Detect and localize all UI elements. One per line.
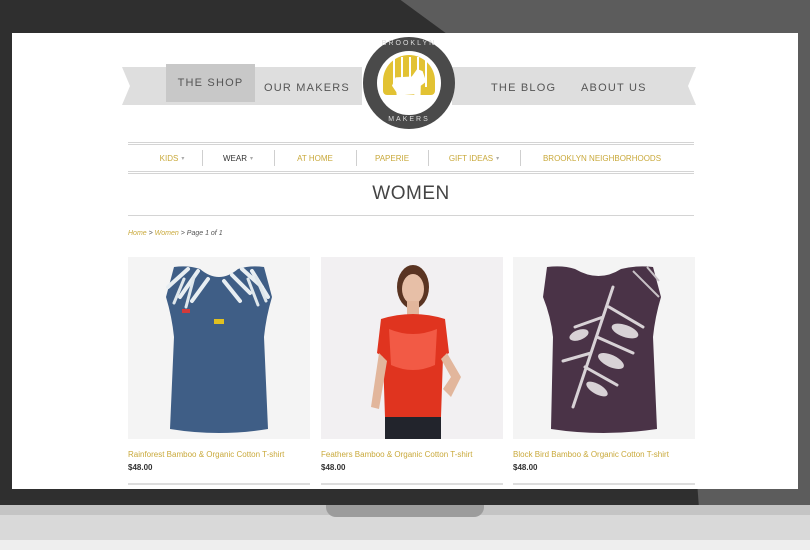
chevron-down-icon: ▾: [181, 155, 185, 162]
laptop-trackpad-notch: [326, 505, 484, 517]
nav-paperie-label: PAPERIE: [374, 153, 410, 163]
nav-divider-top: [128, 142, 694, 143]
nav-divider-bottom: [128, 171, 694, 172]
nav-kids-label: KIDS: [159, 153, 179, 163]
tshirt-blue-image: [166, 266, 272, 433]
nav-our-makers-label: OUR MAKERS: [264, 82, 350, 94]
nav-wear-label: WEAR: [222, 153, 247, 163]
nav-wear[interactable]: WEAR ▾: [202, 146, 274, 170]
chevron-down-icon: ▾: [496, 155, 500, 162]
nav-brooklyn-neighborhoods[interactable]: BROOKLYN NEIGHBORHOODS: [520, 146, 684, 170]
nav-at-home-label: AT HOME: [297, 153, 333, 163]
product-card-divider: [128, 483, 310, 485]
logo-bottom-text: MAKERS: [388, 116, 430, 123]
browser-screen: THE SHOP OUR MAKERS THE BLOG ABOUT US BR…: [12, 33, 798, 489]
nav-about-us-label: ABOUT US: [581, 82, 647, 94]
nav-the-shop-label: THE SHOP: [177, 77, 244, 89]
header-banner-right: [452, 67, 696, 105]
nav-our-makers[interactable]: OUR MAKERS: [264, 78, 350, 96]
product-price: $48.00: [513, 463, 538, 472]
page-title: WOMEN: [372, 183, 450, 204]
product-image-rainforest[interactable]: [128, 257, 310, 439]
nav-about-us[interactable]: ABOUT US: [581, 78, 647, 96]
product-card-divider: [513, 483, 695, 485]
logo-emblem: [377, 51, 441, 115]
logo-top-text: BROOKLYN: [381, 40, 437, 47]
nav-the-shop[interactable]: THE SHOP: [166, 64, 255, 102]
title-divider: [128, 215, 694, 216]
nav-divider-bottom-2: [128, 173, 694, 174]
laptop-shadow: [0, 540, 810, 550]
product-card-divider: [321, 483, 503, 485]
nav-the-blog[interactable]: THE BLOG: [491, 78, 556, 96]
product-name-link[interactable]: Rainforest Bamboo & Organic Cotton T-shi…: [128, 450, 284, 459]
brooklyn-makers-logo[interactable]: BROOKLYN MAKERS: [363, 37, 455, 129]
nav-brooklyn-neighborhoods-label: BROOKLYN NEIGHBORHOODS: [542, 153, 662, 163]
nav-the-blog-label: THE BLOG: [491, 82, 557, 94]
breadcrumb-current: > Page 1 of 1: [178, 230, 223, 237]
nav-divider-top-2: [128, 144, 694, 145]
chevron-down-icon: ▾: [249, 155, 253, 162]
product-image-block-bird[interactable]: [513, 257, 695, 439]
nav-paperie[interactable]: PAPERIE: [356, 146, 428, 170]
sun-ray: [425, 57, 427, 87]
tshirt-purple-image: [543, 266, 661, 433]
nav-gift-ideas-label: GIFT IDEAS: [448, 153, 494, 163]
breadcrumb-separator: >: [146, 230, 155, 237]
breadcrumb-women-link[interactable]: Women: [155, 230, 179, 237]
product-image-feathers[interactable]: [321, 257, 503, 439]
product-price: $48.00: [321, 463, 346, 472]
breadcrumb: Home > Women > Page 1 of 1: [128, 230, 223, 237]
model-red-shirt-image: [371, 265, 461, 439]
nav-at-home[interactable]: AT HOME: [274, 146, 356, 170]
nav-kids[interactable]: KIDS ▾: [142, 146, 202, 170]
breadcrumb-home-link[interactable]: Home: [128, 230, 147, 237]
product-name-link[interactable]: Block Bird Bamboo & Organic Cotton T-shi…: [513, 450, 669, 459]
nav-gift-ideas[interactable]: GIFT IDEAS ▾: [428, 146, 520, 170]
product-price: $48.00: [128, 463, 153, 472]
product-name-link[interactable]: Feathers Bamboo & Organic Cotton T-shirt: [321, 450, 472, 459]
